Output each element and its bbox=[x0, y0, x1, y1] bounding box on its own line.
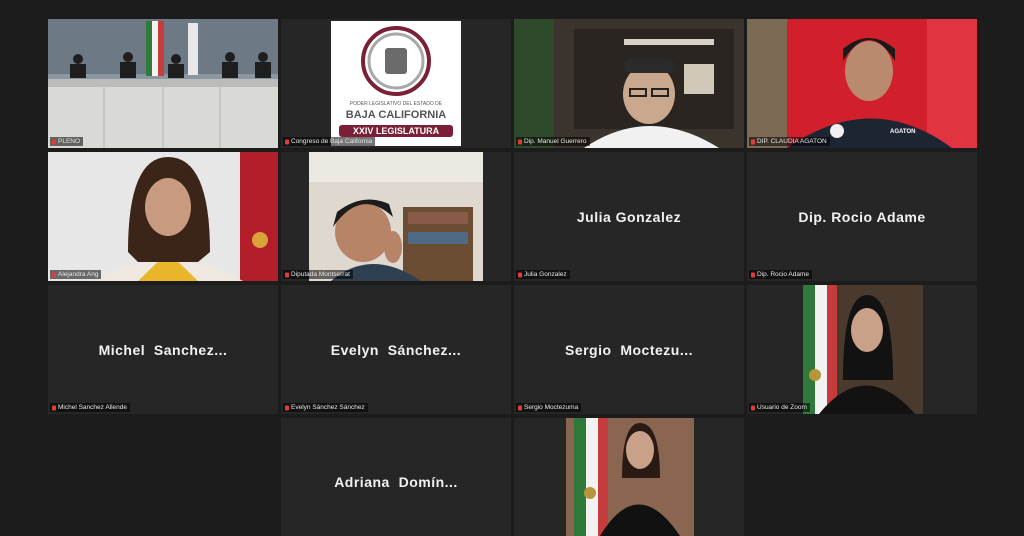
video-feed bbox=[514, 19, 744, 148]
video-tile-adriana[interactable]: Adriana Domín... bbox=[281, 418, 511, 536]
participant-name-label: Diputada Montserrat bbox=[283, 270, 353, 279]
participant-name-label: Sergio Moctezuma bbox=[516, 403, 582, 412]
video-tile-sergio[interactable]: Sergio Moctezu... Sergio Moctezuma bbox=[514, 285, 744, 414]
video-tile-julia[interactable]: Julia Gonzalez Julia Gonzalez bbox=[514, 152, 744, 281]
participant-name-label: Michel Sanchez Allende bbox=[50, 403, 131, 412]
video-tile-rocio[interactable]: Dip. Rocio Adame Dip. Rocio Adame bbox=[747, 152, 977, 281]
participant-name-label: Usuario de Zoom bbox=[749, 403, 810, 412]
participant-name-label: Dip. Rocio Adame bbox=[749, 270, 813, 279]
mic-off-icon bbox=[518, 272, 522, 277]
mic-off-icon bbox=[285, 272, 289, 277]
mic-off-icon bbox=[751, 139, 755, 144]
participant-display-name: Evelyn Sánchez... bbox=[330, 341, 462, 358]
video-feed bbox=[281, 152, 511, 281]
mic-off-icon bbox=[751, 272, 755, 277]
mic-off-icon bbox=[285, 139, 289, 144]
video-tile-alejandra[interactable]: Alejandra Ang bbox=[48, 152, 278, 281]
participant-name-label: Evelyn Sánchez Sánchez bbox=[283, 403, 368, 412]
participant-name-label: DIP. CLAUDIA AGATON bbox=[749, 137, 830, 146]
mic-off-icon bbox=[751, 405, 755, 410]
mic-off-icon bbox=[52, 139, 56, 144]
participant-display-name: Michel Sanchez... bbox=[98, 341, 228, 358]
participant-display-name: Adriana Domín... bbox=[334, 474, 458, 490]
participant-name-label: PLENO bbox=[50, 137, 84, 146]
video-tile-michel[interactable]: Michel Sanchez... Michel Sanchez Allende bbox=[48, 285, 278, 414]
participant-display-name: Dip. Rocio Adame bbox=[798, 208, 926, 225]
congress-logo-line3: XXIV LEGISLATURA bbox=[339, 125, 453, 137]
shirt-text: AGATON bbox=[890, 129, 916, 135]
congress-logo-line1: PODER LEGISLATIVO DEL ESTADO DE bbox=[349, 101, 443, 107]
participant-display-name: Sergio Moctezu... bbox=[564, 341, 693, 358]
mic-off-icon bbox=[285, 405, 289, 410]
video-tile-evelyn[interactable]: Evelyn Sánchez... Evelyn Sánchez Sánchez bbox=[281, 285, 511, 414]
video-tile-manuel-active-speaker[interactable]: Dip. Manuel Guerrero bbox=[514, 19, 744, 148]
mic-off-icon bbox=[518, 405, 522, 410]
video-tile-usuario-zoom[interactable]: Usuario de Zoom bbox=[747, 285, 977, 414]
participant-name-label: Alejandra Ang bbox=[50, 270, 102, 279]
video-tile-portrait[interactable] bbox=[514, 418, 744, 536]
video-tile-diputada[interactable]: Diputada Montserrat bbox=[281, 152, 511, 281]
video-feed bbox=[747, 285, 977, 414]
mic-off-icon bbox=[52, 272, 56, 277]
mic-off-icon bbox=[518, 139, 522, 144]
video-feed: PODER LEGISLATIVO DEL ESTADO DE BAJA CAL… bbox=[281, 19, 511, 148]
congress-logo: PODER LEGISLATIVO DEL ESTADO DE BAJA CAL… bbox=[331, 21, 461, 146]
video-feed bbox=[747, 19, 977, 148]
congress-logo-line2: BAJA CALIFORNIA bbox=[345, 109, 447, 121]
video-feed bbox=[48, 19, 278, 148]
video-feed bbox=[48, 152, 278, 281]
video-tile-claudia[interactable]: AGATON DIP. CLAUDIA AGATON bbox=[747, 19, 977, 148]
participant-display-name: Julia Gonzalez bbox=[576, 208, 682, 225]
video-feed bbox=[514, 418, 744, 536]
participant-name-label: Dip. Manuel Guerrero bbox=[516, 137, 590, 146]
participant-name-label: Congreso de Baja California bbox=[283, 137, 376, 146]
video-tile-pleno[interactable]: PLENO bbox=[48, 19, 278, 148]
mic-off-icon bbox=[52, 405, 56, 410]
video-tile-congreso[interactable]: PODER LEGISLATIVO DEL ESTADO DE BAJA CAL… bbox=[281, 19, 511, 148]
participant-name-label: Julia Gonzalez bbox=[516, 270, 570, 279]
